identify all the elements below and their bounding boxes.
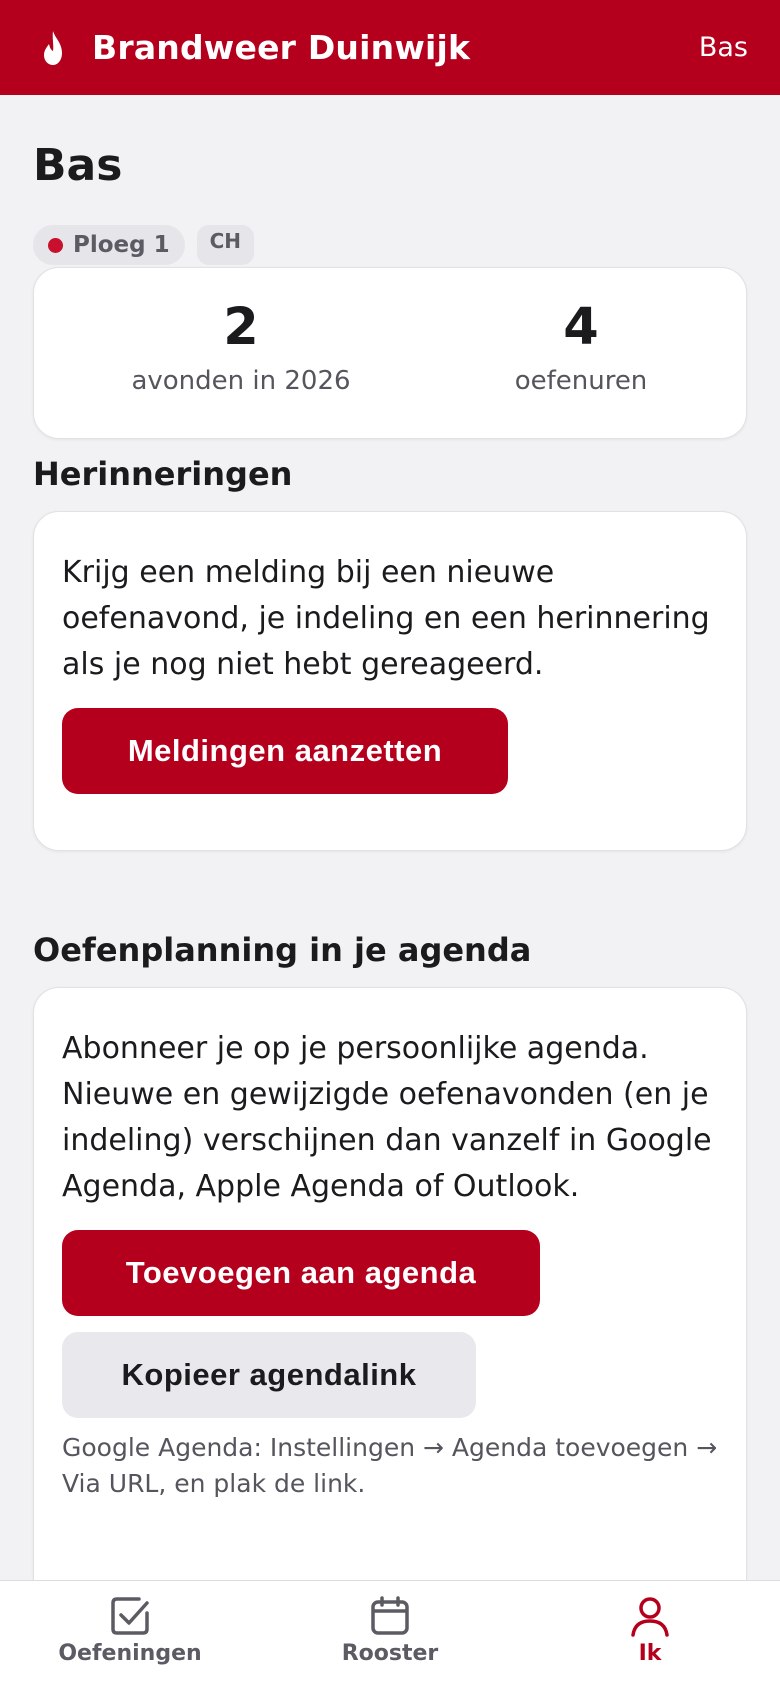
stat-hours-value: 4 [563, 298, 599, 357]
profile-content[interactable]: Bas Ploeg 1 CH 2 avonden in 2026 4 oefen… [0, 95, 780, 1580]
stat-evenings-label: avonden in 2026 [131, 366, 351, 396]
reminders-card: Krijg een melding bij een nieuwe oefenav… [33, 511, 747, 851]
bottom-nav: Oefeningen Rooster Ik [0, 1580, 780, 1688]
calendar-title: Oefenplanning in je agenda [33, 931, 532, 969]
team-chip-label: Ploeg 1 [73, 232, 170, 258]
calendar-icon [371, 1596, 409, 1635]
calendar-text: Abonneer je op je persoonlijke agenda. N… [62, 1031, 712, 1204]
stat-evenings-value: 2 [223, 298, 259, 357]
reminders-title: Herinneringen [33, 455, 293, 493]
nav-label-oefeningen: Oefeningen [58, 1641, 202, 1666]
person-icon [631, 1597, 669, 1637]
calendar-hint: Google Agenda: Instellingen → Agenda toe… [62, 1433, 718, 1498]
nav-label-ik: Ik [638, 1641, 662, 1666]
checkbox-icon [111, 1597, 149, 1635]
calendar-card: Abonneer je op je persoonlijke agenda. N… [33, 987, 747, 1580]
stat-hours: 4 oefenuren [431, 298, 731, 396]
header-user-name[interactable]: Bas [699, 32, 748, 63]
nav-item-oefeningen[interactable]: Oefeningen [30, 1595, 230, 1666]
stats-card: 2 avonden in 2026 4 oefenuren [33, 267, 747, 439]
page-title: Bas [33, 140, 123, 191]
profile-chips: Ploeg 1 CH [33, 225, 255, 265]
copy-calendar-link-button[interactable]: Kopieer agendalink [62, 1332, 476, 1418]
team-color-dot [48, 237, 63, 253]
enable-notifications-button[interactable]: Meldingen aanzetten [62, 708, 508, 794]
stat-hours-label: oefenuren [514, 366, 648, 396]
flame-icon [44, 30, 62, 65]
reminders-text: Krijg een melding bij een nieuwe oefenav… [62, 555, 710, 682]
add-to-calendar-button[interactable]: Toevoegen aan agenda [62, 1230, 540, 1316]
nav-item-rooster[interactable]: Rooster [290, 1595, 490, 1666]
nav-item-ik[interactable]: Ik [550, 1595, 750, 1666]
role-chip: CH [196, 225, 255, 265]
app: Brandweer Duinwijk Bas Bas Ploeg 1 CH 2 … [0, 0, 780, 1688]
app-header: Brandweer Duinwijk Bas [0, 0, 780, 95]
brand-title: Brandweer Duinwijk [92, 28, 471, 67]
team-chip: Ploeg 1 [33, 225, 185, 265]
nav-label-rooster: Rooster [341, 1641, 439, 1666]
stat-evenings: 2 avonden in 2026 [91, 298, 391, 396]
